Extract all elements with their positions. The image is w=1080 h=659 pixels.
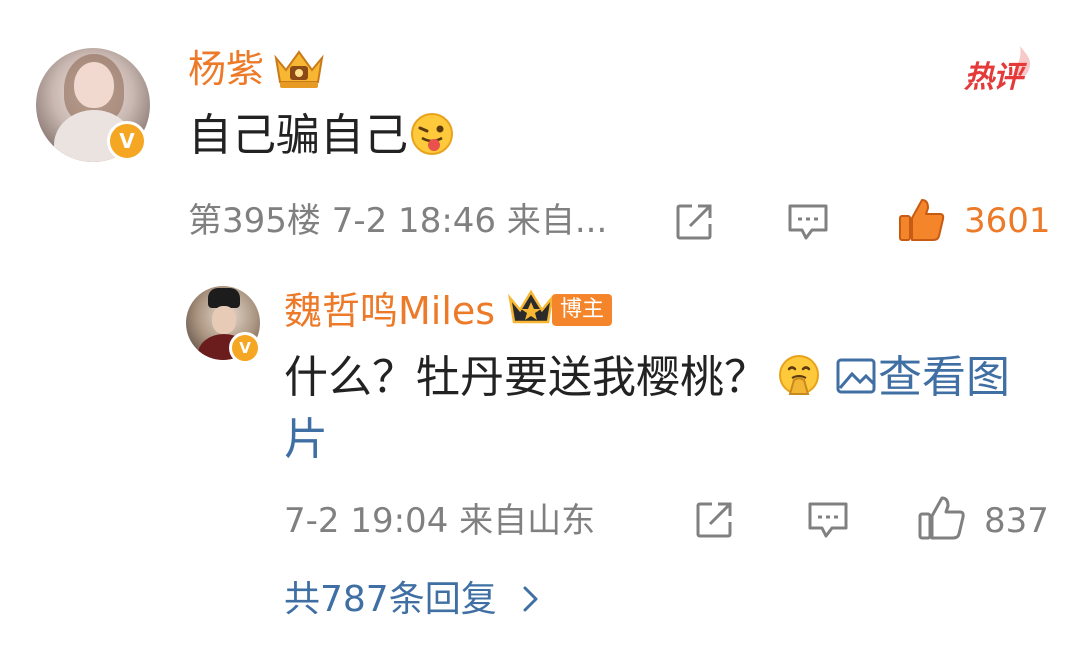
picture-icon[interactable] — [836, 358, 876, 394]
view-image-link[interactable]: 查看图 — [878, 348, 1010, 408]
reply-like-count: 837 — [984, 501, 1049, 541]
more-replies-link[interactable]: 共787条回复 — [284, 576, 497, 624]
timestamp: 7-2 18:46 — [331, 201, 497, 241]
username[interactable]: 杨紫 — [188, 44, 264, 94]
hot-label: 热评 — [964, 60, 1023, 95]
reply-meta: 7-2 19:04 来自山东 — [284, 498, 595, 544]
comment-thread: V 杨紫 热评 自己骗自己 第395楼 7-2 18:46 来自... 3601… — [0, 0, 1080, 659]
timestamp: 7-2 19:04 — [284, 501, 449, 541]
comment-icon[interactable] — [806, 500, 850, 540]
source-location: 来自... — [506, 201, 608, 241]
shushing-face-emoji-icon — [779, 355, 819, 395]
thumbs-up-icon[interactable] — [918, 494, 966, 542]
view-image-link-wrap[interactable]: 片 — [284, 410, 328, 470]
reply-username[interactable]: 魏哲鸣Miles — [284, 286, 495, 336]
like-count: 3601 — [964, 201, 1051, 241]
thumbs-up-icon[interactable] — [898, 196, 946, 244]
comment-icon[interactable] — [786, 202, 830, 242]
floor-number: 第395楼 — [188, 201, 321, 241]
blogger-badge: 博主 — [552, 294, 612, 326]
comment-meta: 第395楼 7-2 18:46 来自... — [188, 198, 607, 244]
hot-comment-badge: 热评 — [962, 44, 1038, 95]
crown-icon — [508, 289, 554, 324]
share-icon[interactable] — [694, 500, 734, 540]
tongue-wink-emoji-icon — [411, 113, 453, 155]
verified-badge-icon: V — [107, 121, 147, 161]
comment-text: 自己骗自己 — [188, 110, 408, 161]
source-location: 来自山东 — [459, 501, 596, 541]
verified-badge-icon: V — [229, 332, 261, 364]
chevron-right-icon[interactable] — [520, 584, 542, 614]
crown-icon — [274, 50, 324, 88]
share-icon[interactable] — [674, 202, 714, 242]
